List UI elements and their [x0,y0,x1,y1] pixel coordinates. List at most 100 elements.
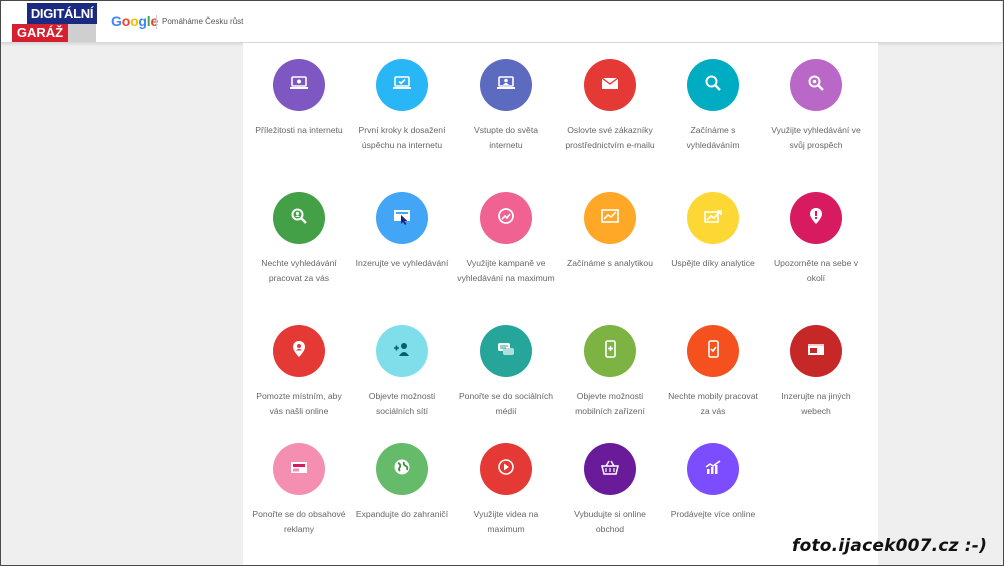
course-tile[interactable]: Objevte možnosti mobilních zařízení [559,325,661,445]
header-tagline: Pomáháme Česku růst [162,17,244,26]
google-letter: o [121,13,131,29]
course-label[interactable]: Využijte vyhledávání ve svůj prospěch [765,123,867,153]
course-label[interactable]: Prodávejte více online [662,507,764,522]
course-label[interactable]: Využijte kampaně ve vyhledávání na maxim… [455,256,557,286]
course-tile[interactable]: Pomozte místním, aby vás našli online [248,325,350,445]
course-icon-circle[interactable] [480,59,532,111]
magnifier-icon [700,70,726,101]
course-label[interactable]: Nechte mobily pracovat za vás [662,389,764,419]
course-icon-circle[interactable] [273,325,325,377]
course-tile[interactable]: První kroky k dosažení úspěchu na intern… [351,59,453,179]
course-icon-circle[interactable] [790,325,842,377]
course-tile[interactable]: Inzerujte na jiných webech [765,325,867,445]
add-person-icon [389,336,415,367]
ad-cursor-icon [389,203,415,234]
course-icon-circle[interactable] [584,59,636,111]
course-label[interactable]: Ponořte se do sociálních médií [455,389,557,419]
course-icon-circle[interactable] [480,325,532,377]
shopping-basket-icon [597,454,623,485]
course-tile[interactable]: Prodávejte více online [662,443,764,563]
course-label[interactable]: Ponořte se do obsahové reklamy [248,507,350,537]
course-icon-circle[interactable] [687,325,739,377]
line-chart-icon [597,203,623,234]
course-icon-circle[interactable] [687,443,739,495]
laptop-icon [286,70,312,101]
chat-bubbles-icon [493,336,519,367]
logo-top-text: DIGITÁLNÍ [27,3,97,24]
magnifier-person-icon [286,203,312,234]
course-tile[interactable]: Využijte kampaně ve vyhledávání na maxim… [455,192,557,312]
course-grid: Příležitosti na internetu První kroky k d… [243,43,878,565]
course-tile[interactable]: Vstupte do světa internetu [455,59,557,179]
course-tile[interactable]: Začínáme s analytikou [559,192,661,312]
magnifier-gear-icon [803,70,829,101]
course-icon-circle[interactable] [376,325,428,377]
course-tile[interactable]: Expandujte do zahraničí [351,443,453,563]
course-label[interactable]: Nechte vyhledávání pracovat za vás [248,256,350,286]
course-tile[interactable]: Objevte možnosti sociálních sítí [351,325,453,445]
course-tile[interactable]: Nechte mobily pracovat za vás [662,325,764,445]
google-letter: g [138,13,147,29]
mobile-plus-icon [597,336,623,367]
course-icon-circle[interactable] [480,192,532,244]
google-letter: o [130,13,139,29]
course-icon-circle[interactable] [273,192,325,244]
photo-watermark: foto.ijacek007.cz :-) [792,536,988,556]
course-label[interactable]: Upozorněte na sebe v okolí [765,256,867,286]
laptop-check-icon [389,70,415,101]
course-tile[interactable]: Vybudujte si online obchod [559,443,661,563]
course-tile[interactable]: Využijte vyhledávání ve svůj prospěch [765,59,867,179]
course-tile[interactable]: Začínáme s vyhledáváním [662,59,764,179]
course-icon-circle[interactable] [584,443,636,495]
globe-icon [389,454,415,485]
course-icon-circle[interactable] [790,192,842,244]
course-label[interactable]: Inzerujte ve vyhledávání [351,256,453,271]
course-tile[interactable]: Ponořte se do sociálních médií [455,325,557,445]
envelope-icon [597,70,623,101]
course-label[interactable]: Inzerujte na jiných webech [765,389,867,419]
course-tile[interactable]: Uspějte díky analytice [662,192,764,312]
course-icon-circle[interactable] [376,443,428,495]
course-tile[interactable]: Příležitosti na internetu [248,59,350,179]
course-label[interactable]: Objevte možnosti sociálních sítí [351,389,453,419]
laptop-person-icon [493,70,519,101]
course-icon-circle[interactable] [687,192,739,244]
course-label[interactable]: Oslovte své zákazníky prostřednictvím e-… [559,123,661,153]
course-label[interactable]: Příležitosti na internetu [248,123,350,138]
map-pin-person-icon [286,336,312,367]
course-icon-circle[interactable] [273,443,325,495]
course-tile[interactable]: Upozorněte na sebe v okolí [765,192,867,312]
course-icon-circle[interactable] [480,443,532,495]
course-tile[interactable]: Oslovte své zákazníky prostřednictvím e-… [559,59,661,179]
course-label[interactable]: Využijte videa na maximum [455,507,557,537]
course-icon-circle[interactable] [584,325,636,377]
logo-gray-block [68,24,96,42]
google-letter: G [111,13,122,29]
course-tile[interactable]: Inzerujte ve vyhledávání [351,192,453,312]
course-label[interactable]: Pomozte místním, aby vás našli online [248,389,350,419]
course-icon-circle[interactable] [687,59,739,111]
course-icon-circle[interactable] [273,59,325,111]
course-icon-circle[interactable] [790,59,842,111]
course-label[interactable]: Začínáme s vyhledáváním [662,123,764,153]
course-label[interactable]: Expandujte do zahraničí [351,507,453,522]
course-tile[interactable]: Ponořte se do obsahové reklamy [248,443,350,563]
display-ad-icon [286,454,312,485]
course-label[interactable]: Vybudujte si online obchod [559,507,661,537]
header-divider [156,15,157,29]
course-tile[interactable]: Využijte videa na maximum [455,443,557,563]
course-label[interactable]: První kroky k dosažení úspěchu na intern… [351,123,453,153]
course-icon-circle[interactable] [584,192,636,244]
digitalni-garaz-logo[interactable]: DIGITÁLNÍ GARÁŽ [12,3,97,43]
course-label[interactable]: Vstupte do světa internetu [455,123,557,153]
course-label[interactable]: Objevte možnosti mobilních zařízení [559,389,661,419]
google-logo[interactable]: Google [111,13,158,29]
browser-ad-icon [803,336,829,367]
course-tile[interactable]: Nechte vyhledávání pracovat za vás [248,192,350,312]
course-icon-circle[interactable] [376,192,428,244]
course-label[interactable]: Začínáme s analytikou [559,256,661,271]
course-label[interactable]: Uspějte díky analytice [662,256,764,271]
mobile-check-icon [700,336,726,367]
course-icon-circle[interactable] [376,59,428,111]
play-icon [493,454,519,485]
